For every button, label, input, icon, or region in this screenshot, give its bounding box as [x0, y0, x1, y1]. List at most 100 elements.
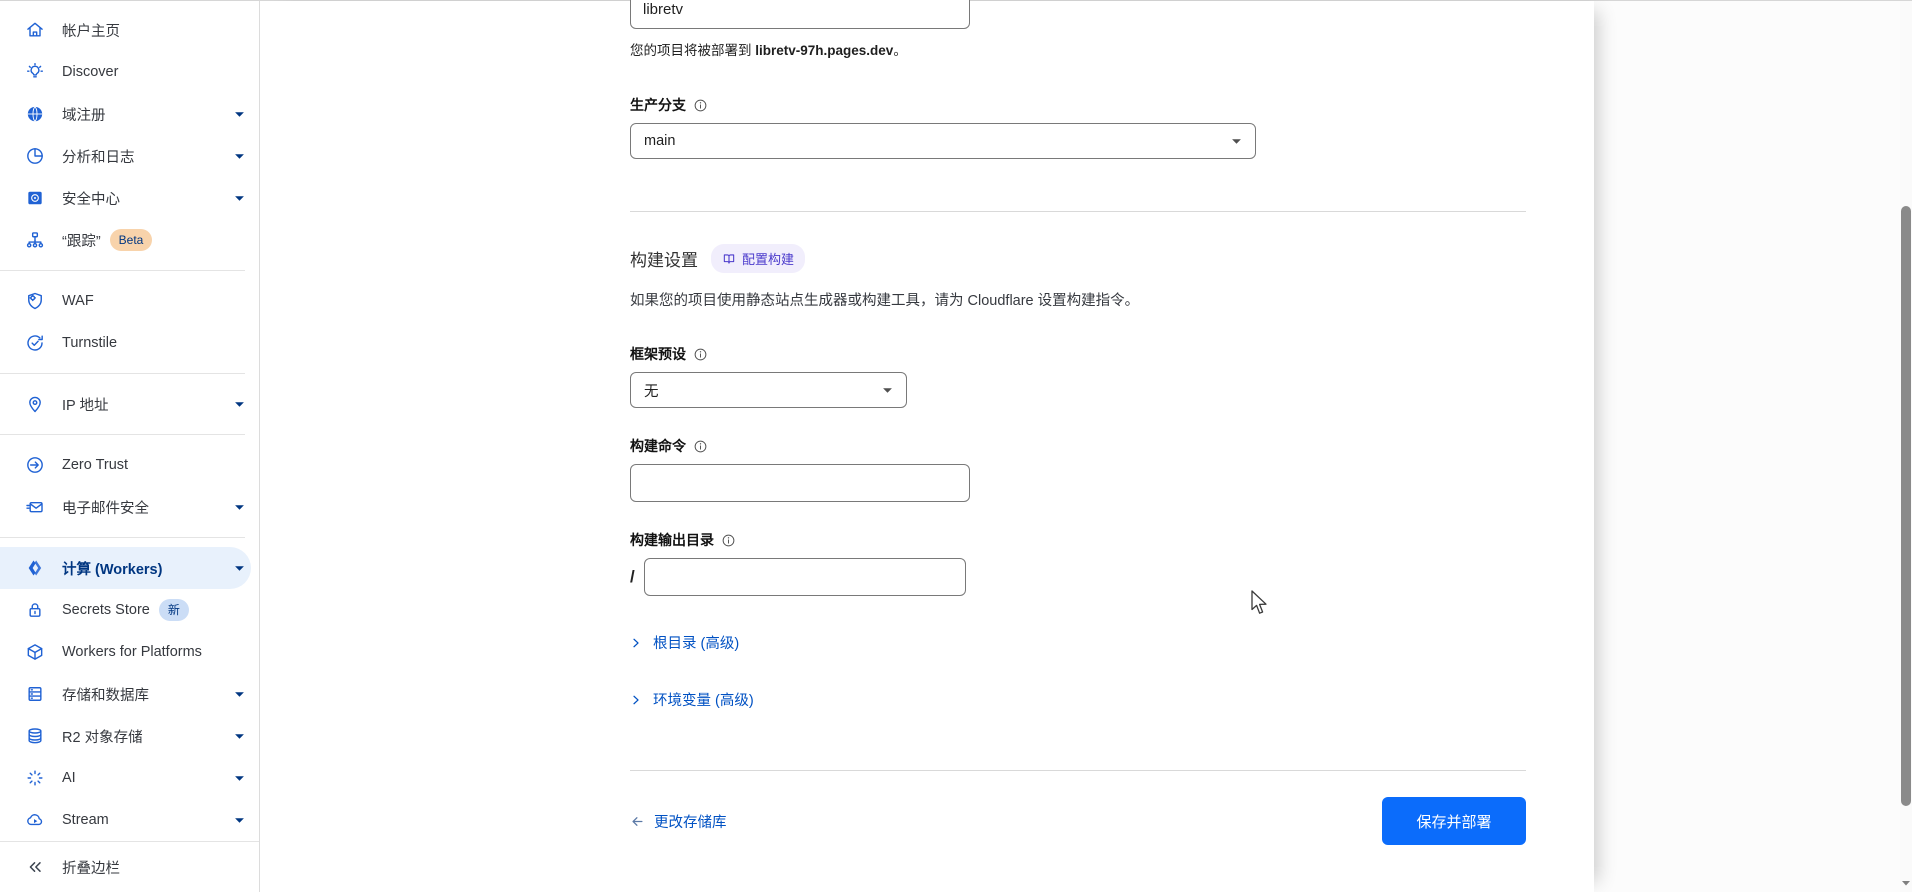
info-icon[interactable]	[693, 98, 708, 113]
sidebar-item-label: 存储和数据库	[62, 684, 149, 705]
cloudflare-dashboard: 帐户主页 Discover 域注册分析和日志安全中心 “跟踪”Beta WAF Turns…	[0, 0, 1912, 892]
chevron-down-icon[interactable]	[234, 193, 245, 204]
production-branch-select[interactable]: main	[630, 123, 1256, 159]
deploy-note: 您的项目将被部署到 libretv-97h.pages.dev。	[630, 39, 1526, 59]
save-and-deploy-button[interactable]: 保存并部署	[1382, 797, 1526, 845]
chevron-down-icon[interactable]	[234, 773, 245, 784]
home-icon	[25, 20, 45, 40]
sidebar-item-account-home[interactable]: 帐户主页	[0, 9, 259, 51]
chevron-down-icon[interactable]	[234, 399, 245, 410]
configure-build-badge[interactable]: 配置构建	[711, 244, 805, 273]
sidebar-item-label: 安全中心	[62, 188, 120, 209]
output-dir-prefix: /	[630, 567, 635, 587]
map-pin-icon	[25, 394, 45, 414]
configure-build-label: 配置构建	[742, 249, 794, 268]
framework-preset-value: 无	[644, 380, 659, 401]
framework-preset-select[interactable]: 无	[630, 372, 907, 408]
build-command-label: 构建命令	[630, 436, 1526, 456]
collapse-sidebar-button[interactable]: 折叠边栏	[0, 841, 259, 892]
sidebar-item-label: Zero Trust	[62, 457, 128, 473]
chevron-down-icon[interactable]	[234, 689, 245, 700]
cloud-play-icon	[25, 810, 45, 830]
sidebar-item-secrets-store[interactable]: Secrets Store新	[0, 589, 259, 631]
sidebar-item-security-center[interactable]: 安全中心	[0, 177, 259, 219]
root-directory-advanced-toggle[interactable]: 根目录 (高级)	[630, 632, 739, 653]
chevron-down-icon	[1231, 136, 1242, 147]
scrollbar-thumb[interactable]	[1901, 206, 1911, 806]
sidebar-item-analytics-logs[interactable]: 分析和日志	[0, 135, 259, 177]
scrollbar-down-arrow[interactable]	[1901, 878, 1911, 888]
framework-preset-label: 框架预设	[630, 344, 1526, 364]
sidebar-item-turnstile[interactable]: Turnstile	[0, 322, 259, 364]
sidebar-item-storage-databases[interactable]: 存储和数据库	[0, 673, 259, 715]
sidebar-item-email-security[interactable]: 电子邮件安全	[0, 486, 259, 528]
chevron-down-icon[interactable]	[234, 731, 245, 742]
sidebar-item-r2-object-storage[interactable]: R2 对象存储	[0, 715, 259, 757]
sidebar-item-label: 帐户主页	[62, 20, 120, 41]
chevron-down-icon[interactable]	[234, 815, 245, 826]
envelope-icon	[25, 497, 45, 517]
sidebar-item-label: Discover	[62, 64, 118, 80]
build-output-dir-input[interactable]	[644, 558, 966, 596]
sidebar-nav-list: 帐户主页 Discover 域注册分析和日志安全中心 “跟踪”Beta WAF Turns…	[0, 1, 259, 841]
sidebar-item-ai[interactable]: AI	[0, 757, 259, 799]
sidebar-item-label: Turnstile	[62, 335, 117, 351]
sidebar-item-compute-workers[interactable]: 计算 (Workers)	[0, 547, 251, 589]
globe-icon	[25, 104, 45, 124]
build-settings-description: 如果您的项目使用静态站点生成器或构建工具，请为 Cloudflare 设置构建指…	[630, 289, 1526, 310]
sidebar-item-label: Stream	[62, 812, 109, 828]
sparkles-icon	[25, 768, 45, 788]
project-name-input[interactable]	[630, 0, 970, 29]
cube-icon	[25, 642, 45, 662]
change-repository-label: 更改存储库	[654, 811, 727, 832]
sidebar-item-ip-addresses[interactable]: IP 地址	[0, 383, 259, 425]
vertical-scrollbar[interactable]	[1900, 1, 1912, 892]
new-badge: 新	[159, 599, 189, 621]
chevron-down-icon[interactable]	[234, 502, 245, 513]
info-icon[interactable]	[721, 533, 736, 548]
chevron-down-icon[interactable]	[234, 109, 245, 120]
arrow-left-icon	[630, 814, 645, 829]
chevron-right-icon	[630, 637, 642, 649]
build-command-input[interactable]	[630, 464, 970, 502]
chevron-down-icon	[882, 385, 893, 396]
sidebar-item-label: Workers for Platforms	[62, 644, 202, 660]
sidebar-item-stream[interactable]: Stream	[0, 799, 259, 841]
sidebar-item-discover[interactable]: Discover	[0, 51, 259, 93]
lock-icon	[25, 600, 45, 620]
section-divider	[630, 211, 1526, 212]
clock-check-icon	[25, 333, 45, 353]
change-repository-link[interactable]: 更改存储库	[630, 811, 727, 832]
book-icon	[722, 252, 736, 266]
sidebar-item-label: 电子邮件安全	[62, 497, 149, 518]
lightbulb-icon	[25, 62, 45, 82]
sidebar-item-label: AI	[62, 770, 76, 786]
chevron-down-icon[interactable]	[234, 563, 245, 574]
environment-variables-advanced-toggle[interactable]: 环境变量 (高级)	[630, 689, 754, 710]
sidebar-item-workers-for-platforms[interactable]: Workers for Platforms	[0, 631, 259, 673]
deploy-note-prefix: 您的项目将被部署到	[630, 43, 755, 58]
workers-icon	[25, 558, 45, 578]
production-branch-value: main	[644, 133, 675, 149]
deploy-note-suffix: 。	[893, 43, 907, 58]
footer-divider	[630, 770, 1526, 771]
collapse-sidebar-label: 折叠边栏	[62, 857, 120, 878]
sidebar-item-waf[interactable]: WAF	[0, 280, 259, 322]
sidebar-divider	[0, 270, 245, 271]
sidebar-item-label: 计算 (Workers)	[62, 558, 162, 579]
info-icon[interactable]	[693, 347, 708, 362]
network-icon	[25, 230, 45, 250]
sidebar-divider	[0, 434, 245, 435]
beta-badge: Beta	[110, 229, 153, 251]
sidebar-item-label: 分析和日志	[62, 146, 135, 167]
build-output-dir-label: 构建输出目录	[630, 530, 1526, 550]
sidebar-item-domain-registration[interactable]: 域注册	[0, 93, 259, 135]
sidebar-item-zero-trust[interactable]: Zero Trust	[0, 444, 259, 486]
info-icon[interactable]	[693, 439, 708, 454]
chevrons-left-icon	[25, 857, 45, 877]
build-settings-title: 构建设置	[630, 246, 698, 271]
chevron-down-icon[interactable]	[234, 151, 245, 162]
stacked-disks-icon	[25, 726, 45, 746]
database-icon	[25, 684, 45, 704]
sidebar-item-trace[interactable]: “跟踪”Beta	[0, 219, 259, 261]
